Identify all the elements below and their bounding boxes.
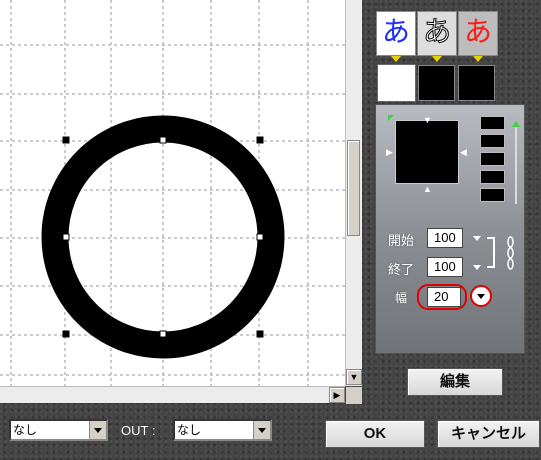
horizontal-scrollbar[interactable] [0,386,345,403]
in-select[interactable]: なし [9,419,108,441]
selection-handle[interactable] [159,136,167,144]
out-select-value: なし [177,423,202,437]
cancel-button[interactable]: キャンセル [437,420,540,448]
width-dropdown-button[interactable] [470,285,492,307]
width-value-field[interactable]: 20 [427,287,461,307]
chevron-down-icon [477,294,485,299]
kana-glyph: あ [422,15,451,49]
end-label: 終了 [388,262,415,277]
gradient-preview[interactable] [395,120,459,184]
canvas-drawing[interactable] [0,0,345,386]
gradient-slider-track[interactable] [515,124,517,204]
arrow-down-icon[interactable]: ▼ [423,115,432,125]
kana-outlined-button[interactable]: あ [417,11,457,56]
arrow-right-icon[interactable]: ▶ [386,147,393,158]
selection-handle[interactable] [62,233,70,241]
ok-button[interactable]: OK [325,420,425,448]
end-value-field[interactable]: 100 [427,257,463,277]
corner-handle-green-icon[interactable] [388,115,394,121]
out-select[interactable]: なし [173,419,272,441]
end-dropdown-icon[interactable] [473,265,481,270]
gradient-step[interactable] [480,134,505,148]
gradient-step[interactable] [480,170,505,184]
stroke-color-swatch[interactable] [418,65,455,101]
selection-handle[interactable] [256,330,264,338]
scroll-down-arrow-icon[interactable]: ▼ [346,369,362,385]
drawing-canvas[interactable] [0,0,345,386]
chain-link-icon[interactable] [507,236,514,270]
scroll-right-arrow-icon[interactable]: ▶ [329,387,345,403]
in-select-value: なし [13,423,38,437]
slider-handle-icon[interactable] [512,121,520,127]
arrow-left-icon[interactable]: ◀ [460,147,467,158]
vertical-scroll-thumb[interactable] [347,140,360,236]
dropdown-triangle-icon[interactable] [391,56,401,62]
shadow-color-swatch[interactable] [458,65,495,101]
width-label: 幅 [395,291,408,305]
dropdown-triangle-icon[interactable] [473,56,483,62]
selection-handle[interactable] [62,330,70,338]
dropdown-triangle-icon[interactable] [432,56,442,62]
out-label: OUT : [121,423,156,438]
gradient-step[interactable] [480,152,505,166]
start-label: 開始 [388,233,415,248]
selection-handle[interactable] [62,136,70,144]
gradient-step[interactable] [480,188,505,202]
chevron-down-icon[interactable] [89,421,106,439]
width-value: 20 [434,289,449,304]
selection-handle[interactable] [256,233,264,241]
selection-handle[interactable] [159,330,167,338]
selection-handle[interactable] [256,136,264,144]
fill-color-swatch[interactable] [378,65,415,101]
kana-glyph: あ [463,15,492,48]
kana-red-button[interactable]: あ [458,11,498,56]
chevron-down-icon[interactable] [253,421,270,439]
scroll-corner [346,387,362,404]
edit-button[interactable]: 編集 [407,368,503,396]
kana-glyph: あ [381,15,410,48]
arrow-up-icon[interactable]: ▲ [423,184,432,194]
gradient-step[interactable] [480,116,505,130]
kana-blue-button[interactable]: あ [376,11,416,56]
start-dropdown-icon[interactable] [473,236,481,241]
start-value-field[interactable]: 100 [427,228,463,248]
link-bracket [487,237,495,268]
